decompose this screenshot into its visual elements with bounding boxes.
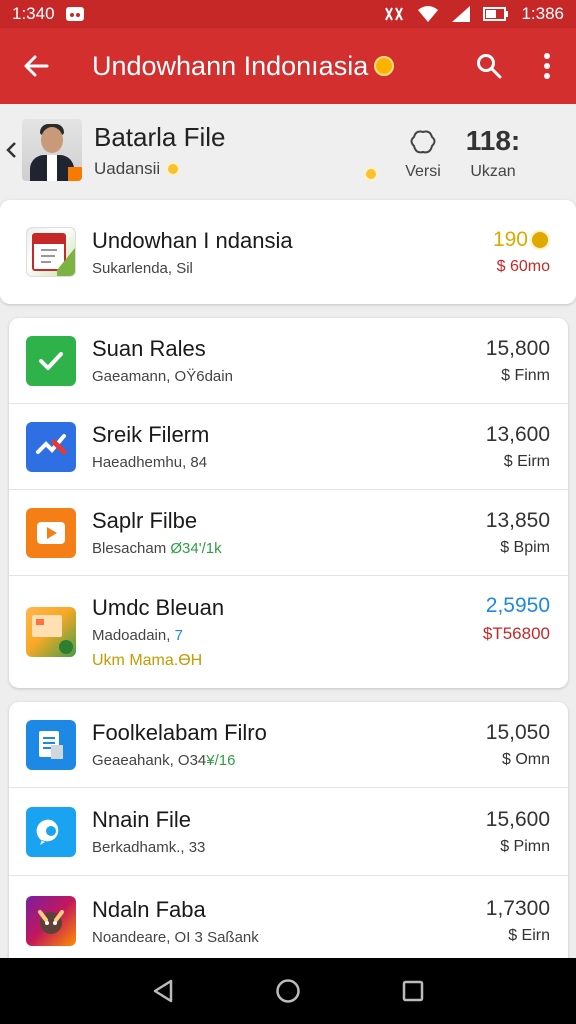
search-button[interactable] (460, 28, 518, 104)
arrow-left-icon (24, 55, 49, 77)
list-item[interactable]: Foolkelabam Filro Geaeahank, O34¥/16 15,… (9, 702, 568, 788)
list-item[interactable]: Sreik Filerm Haeadhemhu, 84 13,600 $ Eir… (9, 404, 568, 490)
item-title: Suan Rales (92, 336, 206, 361)
profile-subtitle: Uadansii (94, 158, 161, 178)
overflow-menu-button[interactable] (518, 28, 576, 104)
item-amount: 15,050 (485, 720, 550, 744)
item-title: Foolkelabam Filro (92, 720, 267, 745)
avatar[interactable] (22, 119, 82, 181)
list-item[interactable]: Ndaln Faba Noandeare, OI 3 Saßank 1,7300… (9, 876, 568, 966)
app-bar: Undowhann Indonıasia (0, 28, 576, 104)
item-subtitle: Noandeare, OI 3 Saßank (92, 928, 259, 946)
game-icon (26, 896, 76, 946)
size-value: 118: (465, 125, 521, 156)
notification-icon (65, 6, 85, 22)
nav-recents-button[interactable] (383, 961, 443, 1021)
item-amount: 13,600 (485, 422, 550, 446)
system-nav-bar (0, 958, 576, 1024)
status-time: 1:340 (12, 4, 55, 23)
app-title-text: Undowhann Indonıasia (92, 50, 369, 81)
item-amount: 15,800 (485, 336, 550, 360)
brush-icon (26, 421, 76, 472)
size-stat: 118: Ukzan (458, 125, 528, 181)
item-title: Saplr Filbe (92, 508, 198, 533)
item-amount: 13,850 (485, 508, 550, 532)
item-amount: 1,7300 (485, 897, 550, 920)
item-subtitle: Geaeahank, O34¥/16 (92, 752, 236, 769)
square-recents-icon (403, 980, 424, 1002)
item-subtitle: Berkadhamk., 33 (92, 839, 206, 856)
coin-icon (374, 56, 395, 76)
item-amount: 2,5950 (485, 594, 550, 617)
document-icon (26, 719, 76, 770)
item-title: Nnain File (92, 807, 192, 832)
list-item[interactable]: Umdc Bleuan Madoadain, 7 Ukm Mama.ƟH 2,5… (9, 576, 568, 688)
vibrate-icon (383, 5, 405, 23)
play-icon (26, 507, 76, 558)
version-stat[interactable]: Versi (388, 127, 458, 181)
item-unit: $ Eirn (508, 927, 550, 944)
version-label: Versi (405, 163, 441, 180)
item-extra: Ukm Mama.ƟH (92, 651, 203, 669)
featured-coin-icon (530, 230, 550, 250)
wifi-icon (417, 5, 439, 23)
list-item[interactable]: Saplr Filbe Blesacham Ø34'/1k 13,850 $ B… (9, 490, 568, 576)
list-item[interactable]: Suan Rales Gaeamann, OŸ6dain 15,800 $ Fi… (9, 318, 568, 404)
item-amount: 15,600 (485, 807, 550, 831)
card-icon (26, 607, 76, 657)
featured-unit: $ 60mo (496, 258, 550, 275)
profile-name: Batarla File (94, 121, 226, 152)
back-button[interactable] (0, 28, 72, 104)
item-unit: $T56800 (482, 624, 550, 643)
item-unit: $ Omn (501, 750, 550, 768)
size-label: Ukzan (470, 163, 516, 180)
gold-badge-icon (166, 161, 181, 176)
featured-app-icon (26, 227, 76, 277)
item-subtitle: Haeadhemhu, 84 (92, 454, 208, 471)
chevron-left-icon (6, 142, 16, 158)
item-title: Ndaln Faba (92, 896, 206, 922)
item-subtitle: Blesacham Ø34'/1k (92, 540, 222, 557)
item-unit: $ Eirm (503, 452, 550, 470)
item-unit: $ Finm (501, 366, 550, 384)
signal-icon (451, 5, 471, 23)
nav-back-button[interactable] (133, 961, 193, 1021)
list-item[interactable]: Nnain File Berkadhamk., 33 15,600 $ Pimn (9, 788, 568, 876)
profile-header: Batarla File Uadansii Versi 118: Ukzan (0, 104, 576, 196)
item-title: Umdc Bleuan (92, 594, 225, 620)
battery-icon (483, 6, 509, 22)
item-subtitle: Gaeamann, OŸ6dain (92, 368, 233, 385)
profile-back-chevron[interactable] (0, 141, 22, 159)
puzzle-icon (410, 130, 436, 154)
triangle-back-icon (153, 979, 172, 1003)
gold-coin-icon (364, 167, 378, 181)
file-list-group-1: Suan Rales Gaeamann, OŸ6dain 15,800 $ Fi… (9, 318, 568, 688)
item-subtitle-accent: ¥/16 (206, 752, 236, 769)
status-bar: 1:340 1:386 (0, 0, 576, 28)
featured-subtitle: Sukarlenda, Sil (92, 259, 193, 277)
check-icon (26, 335, 76, 386)
avatar-badge-icon (68, 167, 82, 181)
item-unit: $ Bpim (500, 538, 550, 556)
app-title: Undowhann Indonıasia (92, 50, 395, 82)
file-list-group-2: Foolkelabam Filro Geaeahank, O34¥/16 15,… (9, 702, 568, 972)
search-icon (477, 54, 502, 79)
featured-amount: 190 (493, 228, 550, 252)
item-unit: $ Pimn (500, 837, 550, 855)
item-subtitle-accent: 7 (174, 626, 183, 644)
nav-home-button[interactable] (258, 961, 318, 1021)
item-title: Sreik Filerm (92, 422, 210, 447)
item-subtitle-accent: Ø34'/1k (170, 540, 222, 557)
featured-title: Undowhan I ndansia (92, 227, 293, 253)
featured-item[interactable]: Undowhan I ndansia Sukarlenda, Sil 190 $… (0, 200, 576, 304)
more-vert-icon (544, 53, 550, 79)
chat-icon (26, 806, 76, 857)
item-subtitle: Madoadain, 7 (92, 626, 183, 644)
circle-home-icon (276, 979, 300, 1003)
status-clock-right: 1:386 (521, 4, 564, 23)
